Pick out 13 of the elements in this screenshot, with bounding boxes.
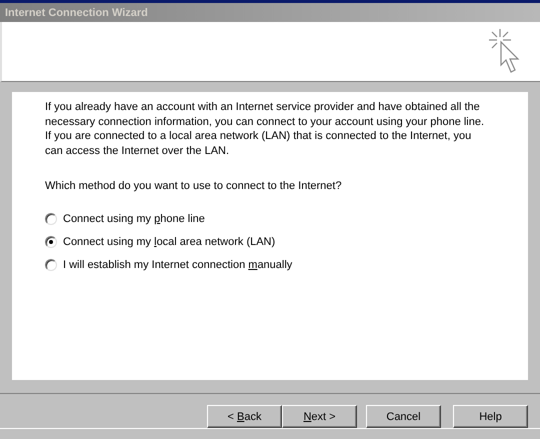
option-label[interactable]: Connect using my phone line — [63, 212, 205, 226]
option-label[interactable]: Connect using my local area network (LAN) — [63, 235, 276, 249]
help-button[interactable]: Help — [453, 405, 528, 428]
radio-button[interactable] — [45, 213, 57, 225]
intro-paragraph: If you already have an account with an Internet service provider and have obtained all the necessary connection information, you can connect to your account using your phone line. If you are connected to a local area network (LAN) that is connected to the Internet, you can access the Internet over the LAN. — [45, 100, 485, 158]
cancel-button[interactable]: Cancel — [366, 405, 441, 428]
next-button[interactable]: Next > — [282, 405, 357, 428]
window-title: Internet Connection Wizard — [5, 6, 148, 18]
option-label[interactable]: I will establish my Internet connection manually — [63, 258, 292, 272]
radio-button[interactable] — [45, 259, 57, 271]
back-button[interactable]: < Back — [207, 405, 282, 428]
question-text: Which method do you want to use to connect to the Internet? — [45, 180, 343, 192]
radio-button[interactable] — [45, 236, 57, 248]
